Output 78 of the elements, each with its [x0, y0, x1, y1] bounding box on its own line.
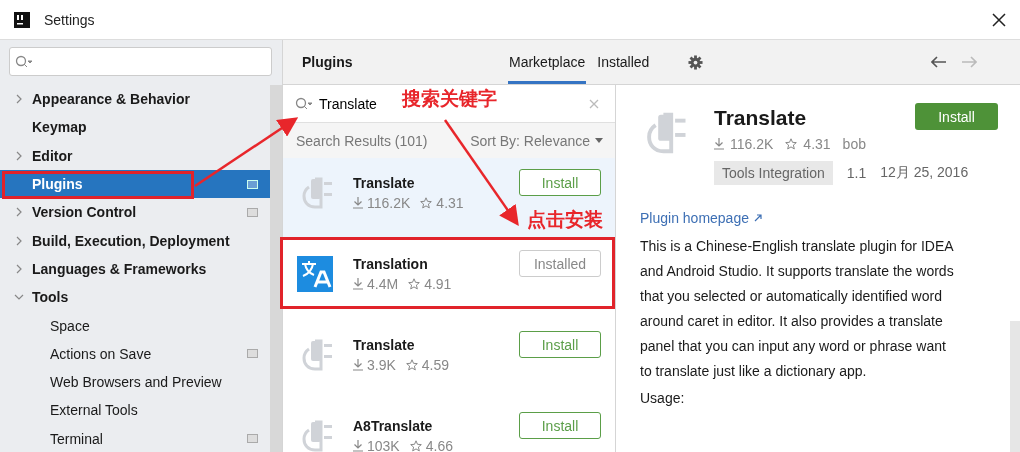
star-icon: [405, 358, 418, 371]
plugin-name: Translate: [353, 336, 416, 353]
back-arrow-icon[interactable]: [931, 56, 948, 68]
close-icon[interactable]: [992, 12, 1006, 27]
search-field[interactable]: [9, 47, 272, 76]
chevron-right-icon[interactable]: [14, 207, 24, 218]
category-tag: Tools Integration: [714, 161, 833, 185]
plugin-item[interactable]: Translation 4.4M 4.91 Installed: [283, 239, 615, 320]
homepage-link[interactable]: Plugin homepage: [640, 210, 749, 226]
settings-icon[interactable]: [688, 54, 704, 70]
results-count: Search Results (101): [296, 132, 428, 149]
app-logo-icon: [14, 11, 30, 28]
scrollbar[interactable]: [1010, 321, 1020, 452]
tree-item[interactable]: Web Browsers and Preview: [0, 367, 270, 397]
plugin-name: Translation: [353, 255, 429, 272]
rating: 4.66: [425, 437, 453, 452]
tree-item[interactable]: Build, Execution, Deployment: [0, 226, 270, 255]
project-icon: [247, 434, 258, 444]
tree-item[interactable]: Terminal: [0, 424, 270, 452]
description: This is a Chinese-English translate plugin for IDEA and Android Studio. It supports translate the words that you selected or automatically identified word around caret in editor. It also provides a translate panel that you can input any word or phrase want to translate just like a dictionary app.: [640, 237, 955, 381]
rating: 4.59: [421, 356, 450, 373]
star-icon: [408, 277, 421, 290]
window-title: Settings: [44, 11, 96, 28]
plugin-name: A8Translate: [353, 417, 434, 434]
usage-heading: Usage:: [640, 390, 686, 406]
rating: 4.91: [424, 275, 452, 292]
chevron-right-icon[interactable]: [14, 235, 24, 246]
project-icon: [247, 207, 258, 217]
tree-item[interactable]: Actions on Save: [0, 339, 270, 368]
tree-item[interactable]: Languages & Frameworks: [0, 254, 270, 284]
star-icon: [785, 138, 798, 150]
tree-item[interactable]: Appearance & Behavior: [0, 85, 270, 114]
plugin-item[interactable]: A8Translate 103K 4.66 Install: [283, 401, 615, 452]
chevron-right-icon[interactable]: [14, 150, 24, 161]
chevron-right-icon[interactable]: [14, 94, 24, 105]
tree-item[interactable]: Space: [0, 311, 270, 340]
search-icon: [295, 96, 313, 111]
sort-dropdown[interactable]: Sort By: Relevance: [470, 132, 603, 149]
version: 1.1: [846, 165, 867, 181]
download-icon: [714, 138, 724, 150]
download-count: 103K: [367, 437, 400, 452]
star-icon: [409, 439, 422, 452]
rating: 4.31: [803, 136, 831, 152]
chevron-right-icon[interactable]: [14, 263, 24, 274]
release-date: 12月 25, 2016: [880, 164, 969, 182]
download-icon: [353, 277, 363, 290]
clear-icon[interactable]: [589, 98, 599, 109]
install-button[interactable]: Install: [915, 103, 998, 130]
annotation-label: 搜索关键字: [402, 86, 497, 111]
project-icon: [247, 349, 258, 359]
external-link-icon: [754, 214, 762, 222]
search-icon: [15, 55, 33, 69]
plugin-name: Translate: [714, 106, 807, 130]
tree-item[interactable]: Editor: [0, 141, 270, 170]
scrollbar[interactable]: [270, 85, 282, 452]
tab[interactable]: Installed: [596, 40, 651, 84]
tree-item[interactable]: Tools: [0, 283, 270, 312]
tree-item[interactable]: Version Control: [0, 198, 270, 227]
star-icon: [420, 196, 433, 209]
download-icon: [353, 439, 363, 452]
download-count: 116.2K: [367, 194, 411, 211]
project-icon: [247, 179, 258, 189]
download-icon: [353, 196, 363, 209]
download-count: 116.2K: [730, 136, 774, 152]
download-icon: [353, 358, 363, 371]
forward-arrow-icon[interactable]: [961, 56, 978, 68]
section-title: Plugins: [302, 54, 354, 70]
download-count: 4.4M: [367, 275, 399, 292]
rating: 4.31: [436, 194, 464, 211]
tree-item[interactable]: External Tools: [0, 396, 270, 425]
plugin-name: Translate: [353, 174, 416, 191]
download-count: 3.9K: [367, 356, 396, 373]
annotation-label: 点击安装: [527, 207, 603, 232]
plugin-item[interactable]: Translate 3.9K 4.59 Install: [283, 320, 615, 401]
author: bob: [842, 136, 866, 152]
caret-icon: [595, 138, 603, 143]
tree-item[interactable]: Keymap: [0, 113, 270, 142]
install-button[interactable]: Installed: [519, 250, 601, 277]
